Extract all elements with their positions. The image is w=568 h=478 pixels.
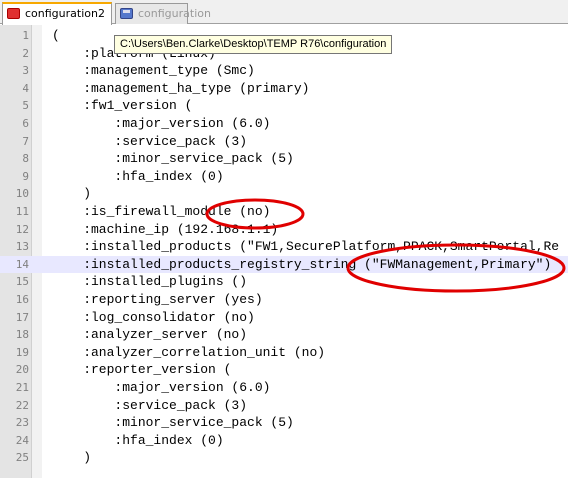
code-line[interactable]: 17 :log_consolidator (no) (0, 309, 568, 327)
line-text: :reporter_version ( (52, 362, 232, 378)
line-number: 9 (22, 169, 29, 183)
line-text: :major_version (6.0) (52, 380, 271, 395)
line-number: 4 (22, 81, 29, 95)
code-line[interactable]: 10 ) (0, 185, 568, 203)
line-number: 19 (15, 345, 29, 359)
file-modified-icon (7, 8, 20, 19)
line-text: ( (52, 28, 60, 43)
line-number: 18 (15, 328, 29, 342)
line-number: 25 (15, 451, 29, 465)
line-number: 17 (15, 310, 29, 324)
line-number: 13 (15, 240, 29, 254)
line-text: :installed_plugins () (52, 274, 248, 290)
line-text: :hfa_index (0) (52, 168, 224, 184)
code-line[interactable]: 11 :is_firewall_module (no) (0, 203, 568, 221)
line-text: :major_version (6.0) (52, 116, 271, 131)
code-line[interactable]: 15 :installed_plugins () (0, 273, 568, 291)
line-number: 20 (15, 363, 29, 377)
line-number: 3 (22, 64, 29, 78)
line-text: :reporting_server (yes) (52, 292, 263, 307)
code-line[interactable]: 14 :installed_products_registry_string (… (0, 255, 568, 274)
code-line[interactable]: 16 :reporting_server (yes) (0, 291, 568, 309)
line-text: :management_ha_type (primary) (52, 80, 310, 96)
tab-configuration[interactable]: configuration (115, 3, 211, 24)
code-line[interactable]: 20 :reporter_version ( (0, 361, 568, 379)
line-text: ) (52, 186, 92, 202)
line-number: 5 (22, 99, 29, 113)
line-text: :installed_products ("FW1,SecurePlatform… (52, 239, 560, 255)
line-text: :installed_products_registry_string ("FW… (52, 256, 552, 272)
code-line[interactable]: 3 :management_type (Smc) (0, 62, 568, 80)
line-text: ) (52, 450, 92, 466)
line-text: :machine_ip (192.168.1.1) (52, 221, 279, 237)
line-number: 11 (15, 205, 29, 218)
line-number: 21 (15, 381, 29, 394)
tab-bar: configuration2 configuration (0, 0, 568, 25)
line-number: 14 (15, 257, 29, 271)
line-text: :minor_service_pack (5) (52, 151, 294, 167)
line-text: :fw1_version ( (52, 98, 193, 114)
code-line[interactable]: 25 ) (0, 449, 568, 467)
line-text: :is_firewall_module (no) (52, 204, 271, 219)
line-number: 10 (15, 187, 29, 201)
line-text: :service_pack (3) (52, 397, 248, 413)
line-number: 16 (15, 293, 29, 306)
line-number: 8 (22, 152, 29, 166)
code-line[interactable]: 19 :analyzer_correlation_unit (no) (0, 344, 568, 362)
code-line[interactable]: 9 :hfa_index (0) (0, 168, 568, 186)
line-number: 1 (22, 29, 29, 42)
code-line[interactable]: 5 :fw1_version ( (0, 97, 568, 115)
code-line[interactable]: 4 :management_ha_type (primary) (0, 80, 568, 98)
tab-label: configuration (138, 7, 211, 20)
line-text: :service_pack (3) (52, 133, 248, 149)
line-text: :minor_service_pack (5) (52, 415, 294, 431)
tab-label: configuration2 (25, 7, 105, 20)
code-line[interactable]: 13 :installed_products ("FW1,SecurePlatf… (0, 238, 568, 256)
code-line[interactable]: 12 :machine_ip (192.168.1.1) (0, 221, 568, 239)
file-saved-icon (120, 8, 133, 19)
line-number: 7 (22, 134, 29, 148)
code-line[interactable]: 23 :minor_service_pack (5) (0, 414, 568, 432)
file-path-tooltip: C:\Users\Ben.Clarke\Desktop\TEMP R76\con… (114, 35, 393, 54)
code-line[interactable]: 22 :service_pack (3) (0, 397, 568, 415)
line-text: :log_consolidator (no) (52, 309, 255, 325)
line-number: 2 (22, 46, 29, 60)
code-line[interactable]: 6 :major_version (6.0) (0, 115, 568, 133)
code-line[interactable]: 21 :major_version (6.0) (0, 379, 568, 397)
line-number: 23 (15, 416, 29, 430)
line-number: 6 (22, 117, 29, 130)
code-line[interactable]: 18 :analyzer_server (no) (0, 326, 568, 344)
line-text: :analyzer_server (no) (52, 327, 248, 343)
code-line[interactable]: 7 :service_pack (3) (0, 133, 568, 151)
editor-area[interactable]: 1(2 :platform (Linux)3 :management_type … (0, 25, 568, 478)
code-line[interactable]: 24 :hfa_index (0) (0, 432, 568, 450)
line-text: :hfa_index (0) (52, 432, 224, 448)
line-number: 15 (15, 275, 29, 289)
line-number: 12 (15, 222, 29, 236)
line-text: :management_type (Smc) (52, 63, 255, 79)
line-number: 22 (15, 398, 29, 412)
line-number: 24 (15, 433, 29, 447)
line-text: :analyzer_correlation_unit (no) (52, 344, 326, 360)
code-line[interactable]: 8 :minor_service_pack (5) (0, 150, 568, 168)
tab-configuration2[interactable]: configuration2 (2, 2, 112, 25)
